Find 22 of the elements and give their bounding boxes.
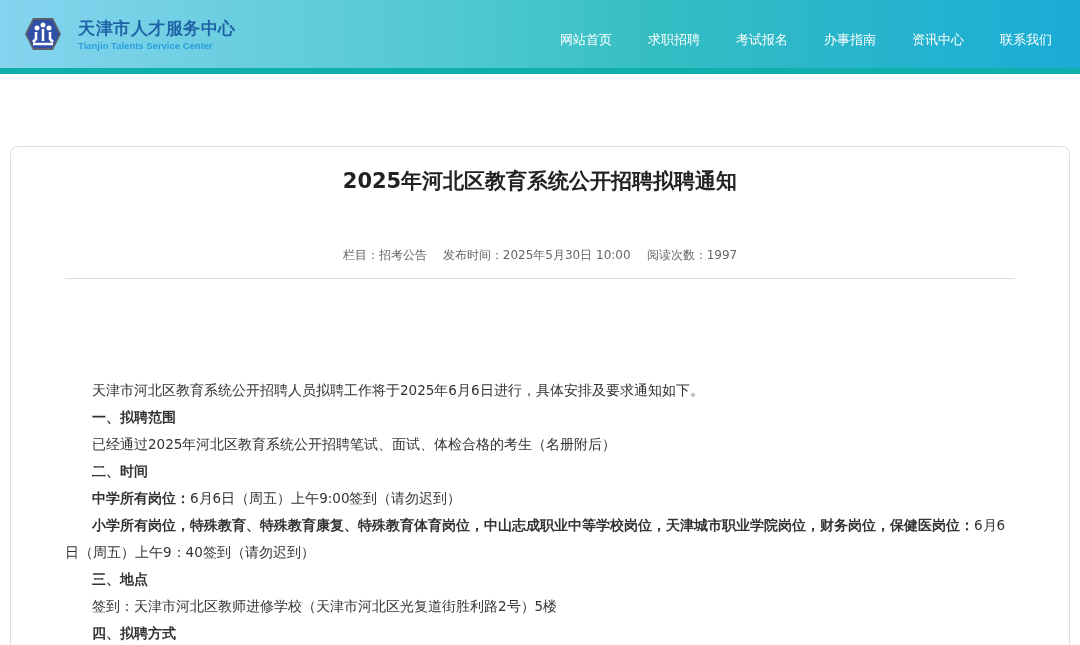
section-heading: 四、拟聘方式 — [91, 624, 177, 643]
site-name-english: Tianjin Talents Service Center — [78, 40, 214, 51]
nav-link[interactable]: 联系我们 — [982, 21, 1070, 59]
nav-link[interactable]: 考试报名 — [718, 21, 806, 59]
section-heading: 三、地点 — [91, 570, 149, 589]
paragraph: 中学所有岗位：6月6日（周五）上午9:00签到（请勿迟到） — [91, 489, 463, 508]
nav-link[interactable]: 网站首页 — [542, 21, 630, 59]
logo-icon — [24, 17, 62, 51]
article-meta: 发布时间：2025年5月30日 10:00 — [442, 247, 631, 264]
paragraph: 天津市河北区教育系统公开招聘人员拟聘工作将于2025年6月6日进行，具体安排及要求通知如下。 — [91, 381, 705, 400]
section-heading: 二、时间 — [91, 462, 149, 481]
nav-link[interactable]: 求职招聘 — [630, 21, 718, 59]
article-meta: 阅读次数：1997 — [646, 247, 738, 264]
site-name: 天津市人才服务中心 — [78, 17, 236, 40]
article-title: 2025年河北区教育系统公开招聘拟聘通知 — [341, 168, 739, 195]
paragraph: 小学所有岗位，特殊教育、特殊教育康复、特殊教育体育岗位，中山志成职业中等学校岗位，天津城市职业学院岗位，财务岗位，保健医岗位：6月6日（周五）上午9：40签到（请勿迟到） — [65, 516, 1007, 562]
section-heading: 一、拟聘范围 — [91, 408, 177, 427]
article-meta: 栏目：招考公告 — [342, 247, 427, 264]
paragraph: 已经通过2025年河北区教育系统公开招聘笔试、面试、体检合格的考生（名册附后） — [91, 435, 618, 454]
nav-link[interactable]: 办事指南 — [806, 21, 894, 59]
nav-link[interactable]: 资讯中心 — [894, 21, 982, 59]
paragraph: 签到：天津市河北区教师进修学校（天津市河北区光复道街胜利路2号）5楼 — [91, 597, 559, 616]
